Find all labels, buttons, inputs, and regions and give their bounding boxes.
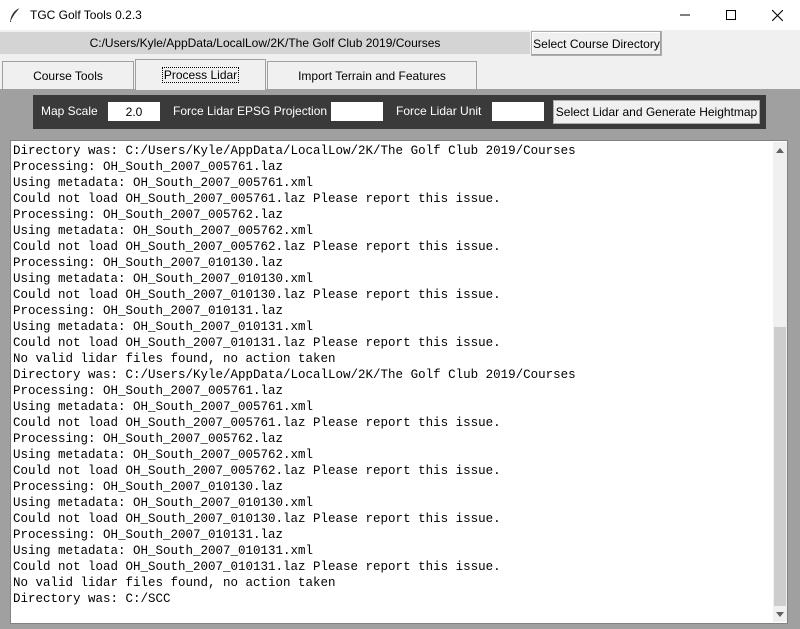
maximize-button[interactable] [708,0,754,30]
scroll-up-button[interactable] [773,142,787,158]
log-line: Could not load OH_South_2007_010130.laz … [13,512,501,526]
generate-heightmap-button[interactable]: Select Lidar and Generate Heightmap [553,100,760,124]
log-line: Using metadata: OH_South_2007_010130.xml [13,272,314,286]
log-line: Using metadata: OH_South_2007_005762.xml [13,224,314,238]
log-text: Directory was: C:/Users/Kyle/AppData/Loc… [13,143,771,619]
log-line: Directory was: C:/Users/Kyle/AppData/Loc… [13,144,576,158]
title-bar: TGC Golf Tools 0.2.3 [0,0,800,30]
log-line: Using metadata: OH_South_2007_010130.xml [13,496,314,510]
path-bar: C:/Users/Kyle/AppData/LocalLow/2K/The Go… [0,30,800,57]
log-line: Processing: OH_South_2007_010131.laz [13,304,284,318]
tab-import-terrain[interactable]: Import Terrain and Features [267,61,477,89]
log-line: Processing: OH_South_2007_010130.laz [13,256,284,270]
minimize-button[interactable] [662,0,708,30]
log-line: Directory was: C:/Users/Kyle/AppData/Loc… [13,368,576,382]
log-line: Could not load OH_South_2007_005761.laz … [13,192,501,206]
log-line: Processing: OH_South_2007_010131.laz [13,528,284,542]
close-button[interactable] [754,0,800,30]
log-line: Processing: OH_South_2007_005762.laz [13,208,284,222]
log-line: Directory was: C:/SCC [13,592,171,606]
epsg-input[interactable] [331,102,383,121]
epsg-label: Force Lidar EPSG Projection [173,104,328,118]
window-title: TGC Golf Tools 0.2.3 [30,8,142,22]
tab-label: Import Terrain and Features [298,68,446,83]
select-course-directory-button[interactable]: Select Course Directory [531,31,662,56]
tab-course-tools[interactable]: Course Tools [2,61,134,89]
log-line: Processing: OH_South_2007_010130.laz [13,480,284,494]
maximize-icon [726,10,736,20]
minimize-icon [680,14,690,16]
log-line: Could not load OH_South_2007_010131.laz … [13,560,501,574]
log-line: Could not load OH_South_2007_010130.laz … [13,288,501,302]
lidar-toolbar: Map Scale Force Lidar EPSG Projection Fo… [33,95,766,129]
log-line: Could not load OH_South_2007_005761.laz … [13,416,501,430]
lidar-unit-label: Force Lidar Unit [396,104,482,118]
log-line: Using metadata: OH_South_2007_005761.xml [13,400,314,414]
log-line: No valid lidar files found, no action ta… [13,352,336,366]
log-output[interactable]: Directory was: C:/Users/Kyle/AppData/Loc… [10,140,788,624]
tab-process-lidar[interactable]: Process Lidar [135,59,266,90]
close-icon [771,9,783,21]
tab-label: Process Lidar [161,67,240,83]
chevron-up-icon [776,147,784,153]
log-line: Using metadata: OH_South_2007_010131.xml [13,544,314,558]
process-lidar-panel: Map Scale Force Lidar EPSG Projection Fo… [0,89,800,629]
log-line: Using metadata: OH_South_2007_005762.xml [13,448,314,462]
scrollbar-thumb[interactable] [774,327,786,606]
log-line: Processing: OH_South_2007_005762.laz [13,432,284,446]
log-line: No valid lidar files found, no action ta… [13,576,336,590]
log-line: Processing: OH_South_2007_005761.laz [13,160,284,174]
log-line: Using metadata: OH_South_2007_005761.xml [13,176,314,190]
log-line: Processing: OH_South_2007_005761.laz [13,384,284,398]
chevron-down-icon [776,611,784,617]
scroll-down-button[interactable] [773,606,787,622]
lidar-unit-input[interactable] [492,102,544,121]
log-line: Could not load OH_South_2007_005762.laz … [13,464,501,478]
tab-bar: Course Tools Process Lidar Import Terrai… [0,59,800,90]
log-line: Could not load OH_South_2007_010131.laz … [13,336,501,350]
tab-label: Course Tools [33,68,103,83]
map-scale-input[interactable] [108,102,160,121]
log-scrollbar[interactable] [773,142,787,622]
map-scale-label: Map Scale [41,104,98,118]
log-line: Using metadata: OH_South_2007_010131.xml [13,320,314,334]
course-directory-path: C:/Users/Kyle/AppData/LocalLow/2K/The Go… [0,32,530,54]
log-line: Could not load OH_South_2007_005762.laz … [13,240,501,254]
feather-icon [10,7,21,22]
